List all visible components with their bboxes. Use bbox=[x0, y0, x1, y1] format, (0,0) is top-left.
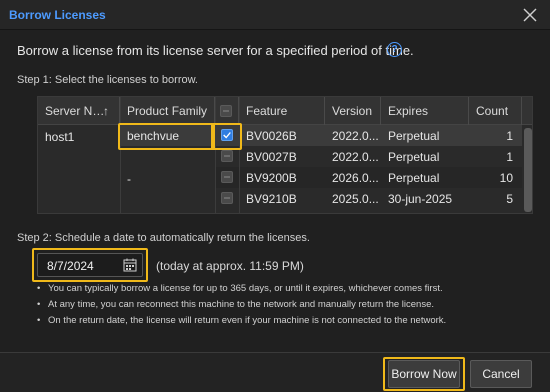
column-divider bbox=[215, 97, 216, 213]
count-cell: 1 bbox=[506, 150, 513, 164]
return-date-input[interactable]: 8/7/2024 bbox=[37, 253, 143, 277]
bullet-item: You can typically borrow a license for u… bbox=[37, 281, 537, 297]
header-select-all[interactable] bbox=[215, 97, 239, 125]
header-server-name[interactable]: Server N… ↑ bbox=[38, 97, 120, 125]
return-date-value: 8/7/2024 bbox=[47, 259, 94, 273]
version-cell: 2022.0... bbox=[332, 129, 379, 143]
version-cell: 2026.0... bbox=[332, 171, 379, 185]
header-feature[interactable]: Feature bbox=[239, 97, 325, 125]
expires-cell: Perpetual bbox=[388, 129, 440, 143]
cancel-button[interactable]: Cancel bbox=[470, 360, 532, 388]
expires-cell: Perpetual bbox=[388, 171, 440, 185]
today-note: (today at approx. 11:59 PM) bbox=[156, 259, 304, 273]
feature-cell: BV9200B bbox=[246, 171, 297, 185]
column-divider bbox=[239, 97, 240, 213]
header-count[interactable]: Count bbox=[469, 97, 522, 125]
info-bullets: You can typically borrow a license for u… bbox=[37, 281, 537, 329]
count-cell: 1 bbox=[506, 129, 513, 143]
count-cell: 10 bbox=[499, 171, 513, 185]
calendar-icon[interactable] bbox=[123, 258, 137, 272]
licenses-table: Server N… ↑ Product Family Feature Versi… bbox=[37, 96, 533, 214]
bullet-item: On the return date, the license will ret… bbox=[37, 313, 537, 329]
table-row[interactable]: BV0027B 2022.0... Perpetual 1 bbox=[215, 146, 522, 167]
table-row[interactable]: BV0026B 2022.0... Perpetual 1 bbox=[215, 125, 522, 146]
version-cell: 2025.0... bbox=[332, 192, 379, 206]
sort-ascending-icon[interactable]: ↑ bbox=[103, 97, 109, 125]
highlight-checkbox bbox=[211, 123, 242, 150]
close-icon[interactable] bbox=[520, 5, 540, 25]
borrow-now-button[interactable]: Borrow Now bbox=[388, 360, 460, 388]
table-header: Server N… ↑ Product Family Feature Versi… bbox=[38, 97, 532, 125]
header-expires[interactable]: Expires bbox=[381, 97, 469, 125]
server-name-cell: host1 bbox=[45, 130, 75, 144]
row-checkbox[interactable] bbox=[221, 192, 233, 204]
product-family-cell-2: - bbox=[127, 172, 131, 186]
step2-label: Step 2: Schedule a date to automatically… bbox=[17, 232, 310, 244]
column-divider bbox=[120, 97, 121, 213]
scrollbar-thumb[interactable] bbox=[524, 128, 532, 212]
step1-label: Step 1: Select the licenses to borrow. bbox=[17, 74, 198, 86]
intro-text: Borrow a license from its license server… bbox=[17, 43, 414, 58]
dialog-footer: Borrow Now Cancel bbox=[0, 352, 550, 392]
feature-cell: BV0027B bbox=[246, 150, 297, 164]
title-bar: Borrow Licenses bbox=[0, 0, 550, 30]
feature-cell: BV0026B bbox=[246, 129, 297, 143]
window-title: Borrow Licenses bbox=[9, 8, 106, 22]
version-cell: 2022.0... bbox=[332, 150, 379, 164]
server-group-cell: host1 bbox=[38, 125, 120, 213]
table-row[interactable]: BV9210B 2025.0... 30-jun-2025 5 bbox=[215, 188, 522, 209]
expires-cell: Perpetual bbox=[388, 150, 440, 164]
expires-cell: 30-jun-2025 bbox=[388, 192, 453, 206]
help-icon[interactable]: ? bbox=[387, 42, 402, 57]
highlight-product-family bbox=[118, 123, 215, 150]
select-all-checkbox[interactable] bbox=[220, 105, 232, 117]
header-product-family[interactable]: Product Family bbox=[120, 97, 215, 125]
header-server-label: Server N… bbox=[45, 104, 105, 118]
feature-cell: BV9210B bbox=[246, 192, 297, 206]
bullet-item: At any time, you can reconnect this mach… bbox=[37, 297, 537, 313]
count-cell: 5 bbox=[506, 192, 513, 206]
product-group-cell-2: - bbox=[120, 146, 215, 213]
row-checkbox[interactable] bbox=[221, 150, 233, 162]
header-version[interactable]: Version bbox=[325, 97, 381, 125]
row-checkbox[interactable] bbox=[221, 171, 233, 183]
table-row[interactable]: BV9200B 2026.0... Perpetual 10 bbox=[215, 167, 522, 188]
